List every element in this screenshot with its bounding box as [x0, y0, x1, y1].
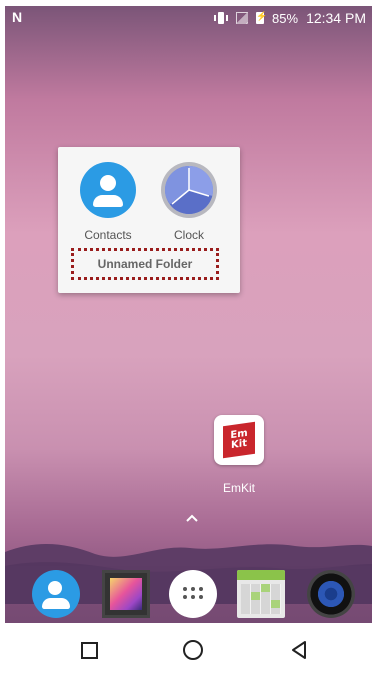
person-head — [48, 581, 62, 595]
emkit-logo-text: Em Kit — [230, 427, 248, 452]
home-button[interactable] — [180, 637, 206, 663]
contacts-icon[interactable] — [32, 570, 80, 618]
back-button[interactable] — [287, 637, 313, 663]
no-signal-icon — [236, 12, 249, 24]
home-screen: N 85% 12:34 PM Contacts — [5, 6, 372, 677]
dots-grid — [183, 587, 203, 601]
folder-popup: Contacts Clock Unnamed Folder — [58, 147, 240, 293]
person-body — [42, 598, 70, 609]
clock-hands-icon — [165, 166, 213, 214]
emkit-logo: Em Kit — [223, 421, 255, 459]
calendar-cell — [251, 592, 260, 600]
recents-button[interactable] — [76, 637, 102, 663]
app-drawer-icon[interactable] — [169, 570, 217, 618]
battery-charging-icon — [256, 11, 267, 24]
clock-time: 12:34 PM — [306, 10, 366, 26]
battery-percent: 85% — [272, 10, 299, 26]
gallery-icon[interactable] — [102, 570, 150, 618]
contacts-icon[interactable] — [80, 162, 136, 218]
dock — [5, 566, 372, 623]
calendar-header — [237, 570, 285, 580]
status-bar: N 85% 12:34 PM — [5, 6, 372, 30]
contacts-label[interactable]: Contacts — [73, 228, 143, 242]
calendar-icon[interactable] — [237, 570, 285, 618]
folder-name-field[interactable]: Unnamed Folder — [71, 248, 219, 280]
calendar-cell — [271, 600, 280, 608]
emkit-icon[interactable]: Em Kit — [214, 415, 264, 465]
calendar-cell — [261, 584, 270, 592]
person-head — [100, 175, 116, 191]
folder-name-text: Unnamed Folder — [97, 257, 193, 271]
clock-face — [165, 166, 213, 214]
back-triangle-icon — [292, 641, 306, 659]
notification-icon: N — [12, 9, 23, 25]
gallery-image — [110, 578, 142, 610]
person-body — [93, 195, 123, 207]
clock-label[interactable]: Clock — [154, 228, 224, 242]
chevron-up-icon[interactable] — [184, 512, 200, 524]
emkit-label[interactable]: EmKit — [209, 481, 269, 495]
music-icon[interactable] — [307, 570, 355, 618]
clock-icon[interactable] — [161, 162, 217, 218]
status-icons: 85% 12:34 PM — [214, 10, 366, 26]
vibrate-icon — [214, 12, 229, 24]
navigation-bar — [5, 623, 372, 677]
